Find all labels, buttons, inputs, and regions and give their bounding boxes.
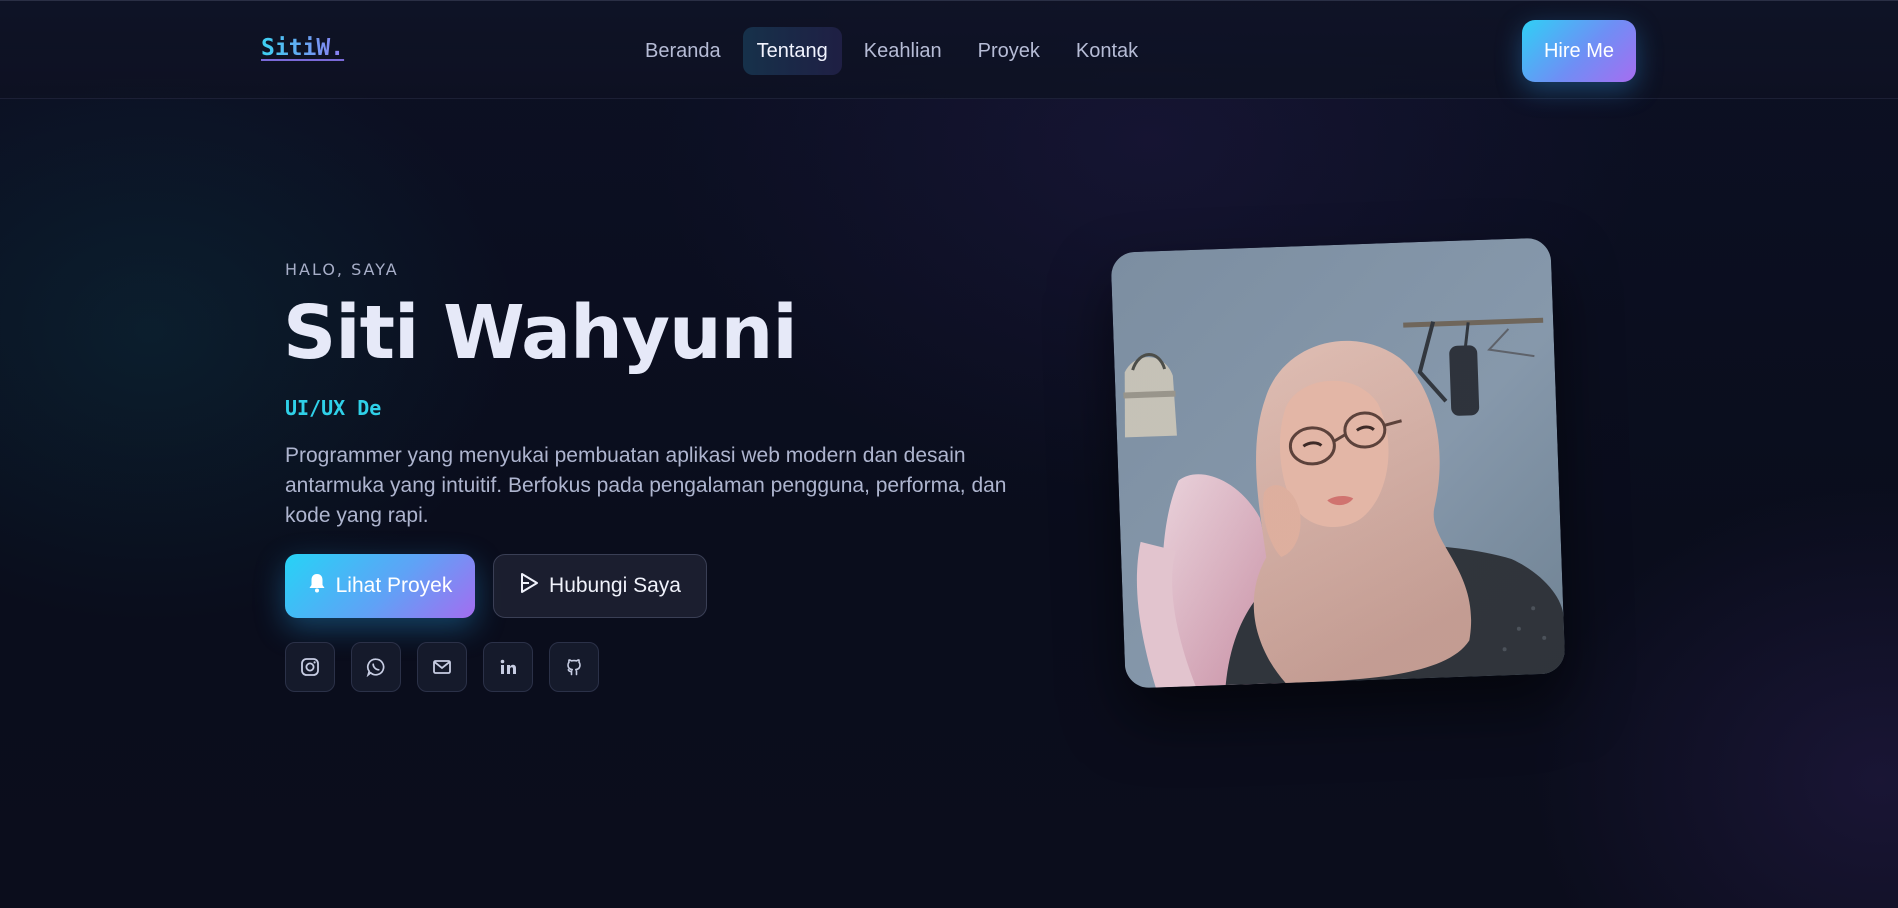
view-projects-label: Lihat Proyek [335, 574, 453, 597]
instagram-icon [301, 658, 319, 676]
whatsapp-link[interactable] [351, 642, 401, 692]
send-icon [519, 572, 539, 600]
site-logo[interactable]: SitiW. [261, 35, 344, 61]
nav-item-proyek[interactable]: Proyek [964, 27, 1054, 75]
nav-item-kontak[interactable]: Kontak [1062, 27, 1152, 75]
email-icon [433, 660, 451, 674]
linkedin-link[interactable] [483, 642, 533, 692]
whatsapp-icon [366, 658, 385, 677]
social-links [285, 642, 599, 692]
nav-item-tentang[interactable]: Tentang [742, 27, 842, 75]
github-icon [567, 659, 581, 676]
github-link[interactable] [549, 642, 599, 692]
linkedin-icon [500, 659, 516, 674]
view-projects-button[interactable]: Lihat Proyek [285, 554, 475, 618]
hire-me-button[interactable]: Hire Me [1522, 20, 1636, 82]
hero-greeting: HALO, SAYA [285, 260, 399, 279]
nav-item-beranda[interactable]: Beranda [631, 27, 735, 75]
profile-photo [1110, 237, 1566, 689]
contact-me-label: Hubungi Saya [549, 574, 681, 597]
email-link[interactable] [417, 642, 467, 692]
nav-item-keahlian[interactable]: Keahlian [850, 27, 956, 75]
bell-icon [308, 573, 326, 599]
hero-role: UI/UX De [285, 396, 382, 420]
main-menu: Beranda Tentang Keahlian Proyek Kontak [631, 27, 1152, 75]
top-navbar: SitiW. Beranda Tentang Keahlian Proyek K… [0, 0, 1898, 99]
hero-name: Siti Wahyuni [283, 290, 798, 376]
contact-me-button[interactable]: Hubungi Saya [493, 554, 707, 618]
instagram-link[interactable] [285, 642, 335, 692]
hero-description: Programmer yang menyukai pembuatan aplik… [285, 444, 1007, 527]
